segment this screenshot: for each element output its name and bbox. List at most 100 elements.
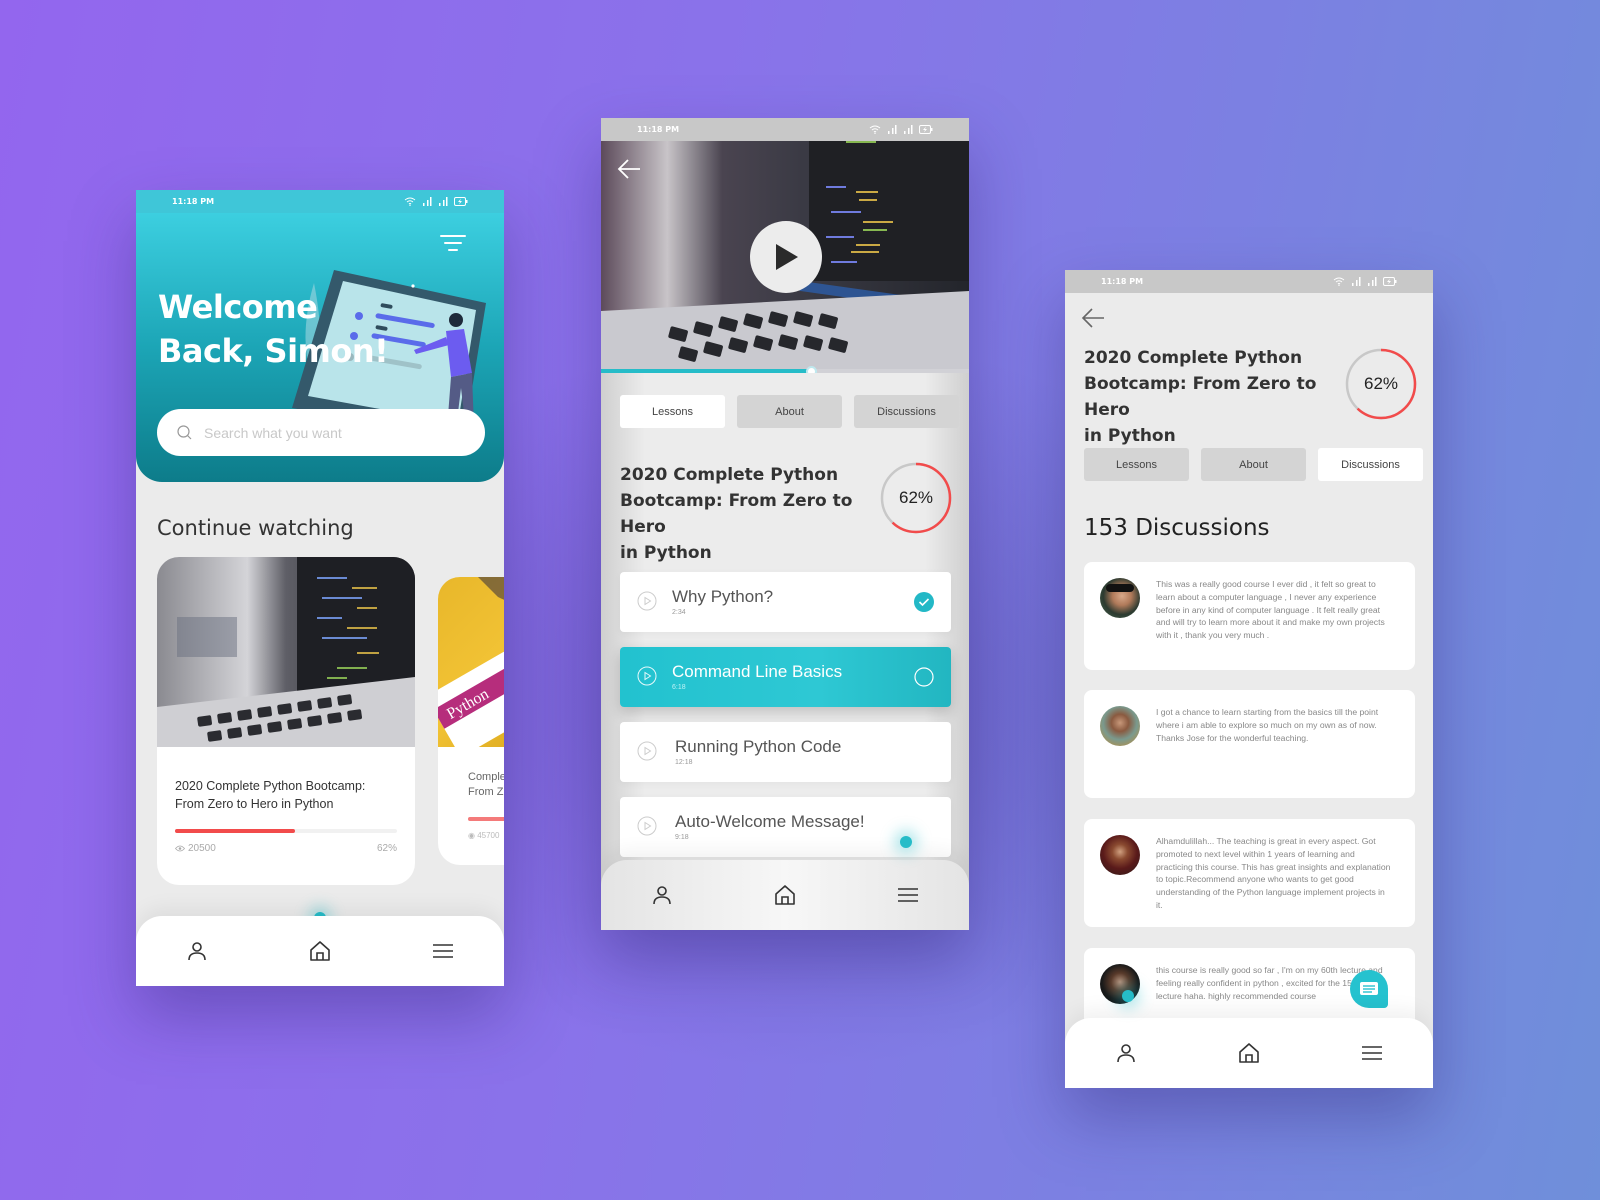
tab-lessons[interactable]: Lessons	[1084, 448, 1189, 481]
wifi-icon	[869, 125, 881, 134]
battery-charging-icon	[919, 125, 933, 134]
nav-menu-button[interactable]	[1352, 1033, 1392, 1073]
chat-bubble-icon	[1360, 982, 1378, 995]
course-title: 2020 Complete Python Bootcamp: From Zero…	[620, 462, 870, 566]
course-card[interactable]: 2020 Complete Python Bootcamp: From Zero…	[157, 557, 415, 885]
nav-home-button[interactable]	[1229, 1033, 1269, 1073]
video-scrub-handle[interactable]	[805, 366, 817, 373]
home-icon	[1239, 1043, 1259, 1063]
user-icon	[188, 942, 207, 961]
status-time: 11:18 PM	[1101, 277, 1144, 286]
status-bar: 11:18 PM	[136, 190, 504, 213]
course-tabs: Lessons About Discussions	[620, 395, 959, 428]
play-button[interactable]	[750, 221, 822, 293]
progress-ring-label: 62%	[898, 488, 934, 507]
wifi-icon	[1333, 277, 1345, 286]
hamburger-menu-icon	[432, 944, 453, 958]
arrow-left-icon	[617, 159, 640, 179]
nav-menu-button[interactable]	[888, 875, 928, 915]
status-time: 11:18 PM	[172, 197, 215, 206]
arrow-left-icon	[1081, 308, 1104, 328]
views-value: 45700	[477, 831, 500, 840]
course-title: Comple From Z	[468, 770, 504, 800]
user-icon	[653, 886, 672, 905]
video-player[interactable]	[601, 141, 969, 373]
course-title-line: From Z	[468, 786, 504, 798]
play-circle-icon	[637, 816, 657, 836]
discussion-item[interactable]: Alhamdulillah... The teaching is great i…	[1084, 819, 1415, 927]
chat-button[interactable]	[1350, 970, 1388, 1008]
views-value: 20500	[188, 843, 216, 854]
nav-profile-button[interactable]	[177, 931, 217, 971]
discussion-item[interactable]: This was a really good course I ever did…	[1084, 562, 1415, 670]
course-progress-fill	[175, 829, 295, 833]
comment-text: Alhamdulillah... The teaching is great i…	[1156, 836, 1391, 910]
hamburger-menu-icon	[1361, 1046, 1382, 1060]
welcome-line-1: Welcome	[158, 288, 318, 326]
lesson-duration: 9:18	[675, 834, 689, 841]
active-nav-indicator	[900, 836, 912, 848]
nav-home-button[interactable]	[300, 931, 340, 971]
empty-circle-icon	[914, 667, 934, 687]
nav-home-button[interactable]	[765, 875, 805, 915]
course-thumbnail: Python	[438, 577, 504, 758]
lesson-title: Auto-Welcome Message!	[675, 812, 865, 831]
battery-charging-icon	[1383, 277, 1397, 286]
welcome-line-2: Back, Simon!	[158, 332, 389, 370]
course-card[interactable]: Python Comple From Z ◉ 45700	[438, 577, 504, 865]
home-icon	[310, 941, 330, 961]
tab-about[interactable]: About	[1201, 448, 1306, 481]
video-progress-bar[interactable]	[601, 369, 969, 373]
play-circle-icon	[637, 591, 657, 611]
search-input[interactable]	[204, 424, 454, 441]
battery-charging-icon	[454, 197, 468, 206]
lesson-title: Command Line Basics	[672, 662, 843, 681]
lesson-item-active[interactable]: Command Line Basics 6:18	[620, 647, 951, 707]
course-title-line: 2020 Complete Python Bootcamp:	[175, 779, 366, 793]
lesson-item[interactable]: Auto-Welcome Message! 9:18	[620, 797, 951, 857]
lesson-item[interactable]: Why Python? 2:34	[620, 572, 951, 632]
home-icon	[775, 885, 795, 905]
signal-icon	[1368, 277, 1377, 286]
bottom-navigation	[601, 860, 969, 930]
nav-profile-button[interactable]	[642, 875, 682, 915]
tab-discussions[interactable]: Discussions	[1318, 448, 1423, 481]
back-button[interactable]	[1081, 308, 1105, 333]
tab-about[interactable]: About	[737, 395, 842, 428]
search-bar[interactable]	[157, 409, 485, 456]
course-title: 2020 Complete Python Bootcamp: From Zero…	[1084, 345, 1334, 449]
course-title-line: Bootcamp: From Zero to Hero	[620, 491, 853, 537]
tab-lessons[interactable]: Lessons	[620, 395, 725, 428]
status-bar: 11:18 PM	[1065, 270, 1433, 293]
tab-discussions[interactable]: Discussions	[854, 395, 959, 428]
course-title-line: 2020 Complete Python	[1084, 348, 1303, 368]
course-meta: 20500 62%	[175, 843, 397, 854]
course-progress-ring: 62%	[879, 461, 953, 535]
continue-watching-title: Continue watching	[157, 516, 354, 540]
course-title-line: From Zero to Hero in Python	[175, 797, 334, 811]
back-button[interactable]	[617, 159, 641, 184]
signal-icon	[423, 197, 432, 206]
nav-profile-button[interactable]	[1106, 1033, 1146, 1073]
course-title-line: Comple	[468, 771, 504, 783]
course-title-line: in Python	[620, 543, 712, 563]
lesson-title: Why Python?	[672, 587, 774, 606]
lesson-title: Running Python Code	[675, 737, 842, 756]
course-progress-bar	[468, 817, 504, 821]
course-progress-bar	[175, 829, 397, 833]
lesson-duration: 2:34	[672, 609, 686, 616]
progress-percent: 62%	[376, 843, 397, 854]
checkmark-circle-icon	[914, 592, 934, 612]
wifi-icon	[404, 197, 416, 206]
status-time: 11:18 PM	[637, 125, 680, 134]
discussions-screen: 11:18 PM 2020 Complete Python Bootcamp: …	[1065, 270, 1433, 1088]
avatar	[1100, 578, 1140, 618]
comment-text: I got a chance to learn starting from th…	[1156, 707, 1379, 743]
discussion-item[interactable]: I got a chance to learn starting from th…	[1084, 690, 1415, 798]
course-title-line: 2020 Complete Python	[620, 465, 839, 485]
lesson-item[interactable]: Running Python Code 12:18	[620, 722, 951, 782]
video-progress-fill	[601, 369, 811, 373]
nav-menu-button[interactable]	[423, 931, 463, 971]
hero-banner: Welcome Back, Simon!	[136, 213, 504, 482]
filter-icon[interactable]	[440, 235, 466, 255]
